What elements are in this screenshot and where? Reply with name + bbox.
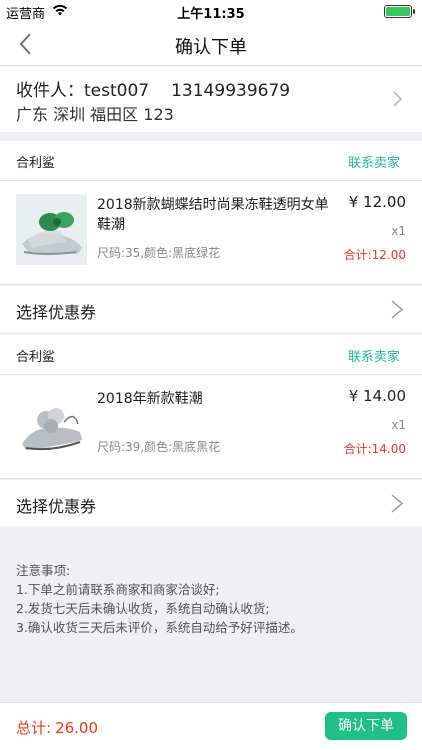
recipient-phone: 13149939679 [171, 81, 291, 101]
shop-name: 合利鲨 [16, 350, 56, 365]
recipient-line: 收件人：test007 13149939679 [16, 76, 290, 101]
select-coupon-row[interactable]: 选择优惠券 [0, 286, 422, 332]
product-name: 2018年新款鞋潮 [97, 391, 203, 407]
checkout-bar: 总计: 26.00 确认下单 [0, 702, 422, 750]
shipping-address-card[interactable]: 收件人：test007 13149939679 广东 深圳 福田区 123 [0, 67, 422, 132]
total-label: 总计: [16, 719, 52, 737]
status-bar: 运营商 上午11:35 [0, 0, 422, 22]
recipient-label: 收件人： [16, 81, 84, 101]
notes-line: 1.下单之前请联系商家和商家洽谈好; [16, 582, 220, 597]
product-image [16, 194, 87, 265]
item-subtotal: 合计:14.00 [343, 442, 406, 456]
nav-bar: 确认下单 [0, 22, 422, 66]
product-quantity: x1 [391, 418, 406, 432]
shop-name: 合利鲨 [16, 156, 56, 171]
contact-seller-link[interactable]: 联系卖家 [348, 346, 400, 365]
order-total: 总计: 26.00 [16, 717, 98, 738]
select-coupon-row[interactable]: 选择优惠券 [0, 480, 422, 526]
shop-header: 合利鲨 联系卖家 [0, 335, 422, 375]
contact-seller-link[interactable]: 联系卖家 [348, 152, 400, 171]
select-coupon-label: 选择优惠券 [16, 497, 97, 516]
recipient-name: test007 [84, 81, 150, 101]
order-notes: 注意事项: 1.下单之前请联系商家和商家洽谈好; 2.发货七天后未确认收货，系统… [16, 561, 406, 637]
product-name: 2018新款蝴蝶结时尚果冻鞋透明女单鞋潮 [97, 197, 329, 233]
status-time: 上午11:35 [177, 7, 245, 22]
page-title: 确认下单 [175, 37, 247, 58]
chevron-right-icon [391, 494, 404, 513]
total-amount: 26.00 [55, 719, 99, 737]
product-price: ¥ 14.00 [348, 387, 406, 405]
shop-header: 合利鲨 联系卖家 [0, 141, 422, 181]
product-spec: 尺码:39,颜色:黑底黑花 [97, 440, 221, 454]
product-spec: 尺码:35,颜色:黑底绿花 [97, 246, 221, 260]
product-price: ¥ 12.00 [348, 193, 406, 211]
chevron-right-icon [393, 91, 403, 107]
chevron-right-icon [391, 300, 404, 319]
product-quantity: x1 [391, 224, 406, 238]
item-subtotal: 合计:12.00 [343, 248, 406, 262]
order-item: 2018年新款鞋潮 尺码:39,颜色:黑底黑花 ¥ 14.00 x1 合计:14… [0, 375, 422, 479]
notes-title: 注意事项: [16, 563, 71, 578]
product-image [16, 388, 87, 459]
select-coupon-label: 选择优惠券 [16, 303, 97, 322]
order-item: 2018新款蝴蝶结时尚果冻鞋透明女单鞋潮 尺码:35,颜色:黑底绿花 ¥ 12.… [0, 181, 422, 285]
confirm-order-button[interactable]: 确认下单 [325, 712, 407, 740]
notes-line: 2.发货七天后未确认收货，系统自动确认收货; [16, 601, 270, 616]
notes-line: 3.确认收货三天后未评价，系统自动给予好评描述。 [16, 620, 303, 635]
battery-icon [384, 5, 415, 18]
address-detail: 广东 深圳 福田区 123 [16, 105, 174, 124]
